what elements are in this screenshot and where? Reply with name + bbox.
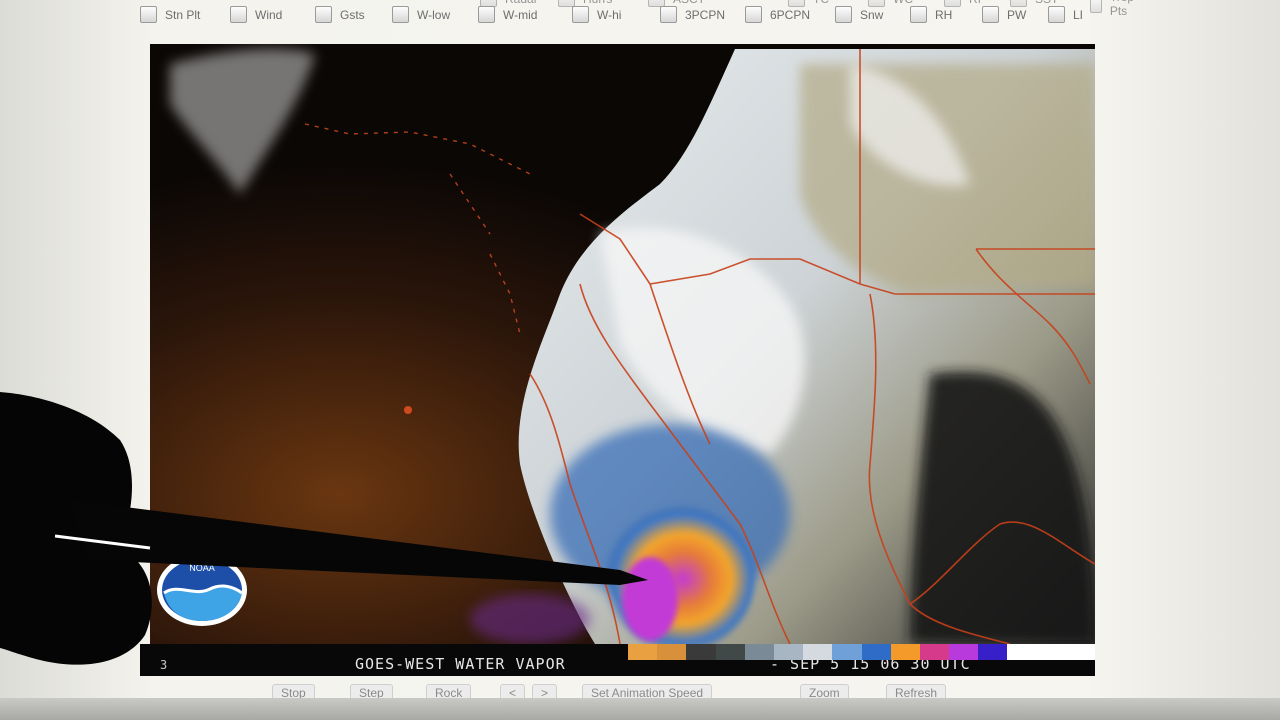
checkbox-box[interactable] [1090,0,1102,13]
checkbox-top-3[interactable]: TC [788,0,829,7]
checkbox-box[interactable] [558,0,575,7]
checkbox-top-7[interactable]: Trop Pts [1090,0,1139,18]
overlay-toolbar: Stn Plt Wind Gsts W-low W-mid W-hi 3PCPN 6PCPN S… [130,0,1134,34]
checkbox-label: W-hi [597,7,622,22]
checkbox-label: PW [1007,7,1027,22]
checkbox-top-0[interactable]: Radar [480,0,538,7]
color-scale-step [832,644,862,660]
checkbox-top-1[interactable]: Hurrs [558,0,612,7]
checkbox-box[interactable] [788,0,805,7]
checkbox-label: W-mid [503,7,538,22]
checkbox-pw[interactable]: PW [982,6,1026,23]
checkbox-box[interactable] [982,6,999,23]
checkbox-box[interactable] [745,6,762,23]
checkbox-w-mid[interactable]: W-mid [478,6,537,23]
checkbox-box[interactable] [944,0,961,7]
checkbox-label: 3PCPN [685,7,726,22]
checkbox-label: Stn Plt [165,7,201,22]
checkbox-top-2[interactable]: ASCT [648,0,705,7]
checkbox-label: SST [1035,0,1058,6]
checkbox-6pcpn[interactable]: 6PCPN [745,6,810,23]
checkbox-label: Snw [860,7,884,22]
checkbox-label: Hurrs [583,0,612,6]
color-scale-step [803,644,833,660]
checkbox-w-low[interactable]: W-low [392,6,450,23]
checkbox-box[interactable] [392,6,409,23]
checkbox-w-hi[interactable]: W-hi [572,6,621,23]
checkbox-stn-plt[interactable]: Stn Plt [140,6,200,23]
color-scale [628,644,1095,660]
color-scale-step [890,644,920,660]
color-scale-step [1065,644,1095,660]
color-scale-step [628,644,658,660]
color-scale-step [773,644,804,660]
checkbox-top-6[interactable]: SST [1010,0,1058,7]
checkbox-label: Trop Pts [1109,0,1134,18]
color-scale-step [657,644,687,660]
checkbox-label: RH [935,7,953,22]
checkbox-label: RI [969,0,981,6]
checkbox-label: W-low [417,7,451,22]
checkbox-label: Radar [505,0,538,6]
checkbox-box[interactable] [1010,0,1027,7]
color-scale-step [715,644,745,660]
checkbox-box[interactable] [1048,6,1065,23]
checkbox-label: 6PCPN [770,7,811,22]
color-scale-step [949,644,979,660]
checkbox-label: TC [813,0,829,6]
checkbox-box[interactable] [572,6,589,23]
checkbox-snw[interactable]: Snw [835,6,883,23]
checkbox-li[interactable]: LI [1048,6,1083,23]
color-scale-step [1036,644,1066,660]
checkbox-label: ASCT [673,0,705,6]
checkbox-box[interactable] [480,0,497,7]
checkbox-top-4[interactable]: WC [868,0,913,7]
checkbox-box[interactable] [868,0,885,7]
color-scale-step [686,644,716,660]
color-scale-step [1007,644,1037,660]
checkbox-box[interactable] [660,6,677,23]
monitor-screen: Stn Plt Wind Gsts W-low W-mid W-hi 3PCPN 6PCPN S… [0,0,1280,720]
checkbox-gsts[interactable]: Gsts [315,6,365,23]
checkbox-box[interactable] [315,6,332,23]
checkbox-label: WC [893,0,913,6]
color-scale-step [744,644,774,660]
satellite-image[interactable] [150,44,1095,644]
product-title: GOES-WEST WATER VAPOR [355,655,566,673]
checkbox-label: Gsts [340,7,365,22]
checkbox-box[interactable] [478,6,495,23]
checkbox-top-5[interactable]: RI [944,0,981,7]
monitor-bezel [0,698,1280,720]
checkbox-box[interactable] [648,0,665,7]
noaa-logo: NOAA [157,554,247,626]
checkbox-label: Wind [255,7,283,22]
checkbox-3pcpn[interactable]: 3PCPN [660,6,725,23]
checkbox-box[interactable] [910,6,927,23]
color-scale-step [919,644,950,660]
checkbox-label: LI [1073,7,1084,22]
noaa-logo-text: NOAA [189,563,215,573]
color-scale-step [978,644,1008,660]
image-caption-bar: 3 GOES-WEST WATER VAPOR - SEP 5 15 06 30… [140,644,1095,676]
checkbox-rh[interactable]: RH [910,6,952,23]
checkbox-box[interactable] [140,6,157,23]
color-scale-step [861,644,891,660]
checkbox-wind[interactable]: Wind [230,6,282,23]
checkbox-box[interactable] [835,6,852,23]
checkbox-box[interactable] [230,6,247,23]
water-vapor-map [150,44,1095,644]
frame-number: 3 [160,658,168,672]
